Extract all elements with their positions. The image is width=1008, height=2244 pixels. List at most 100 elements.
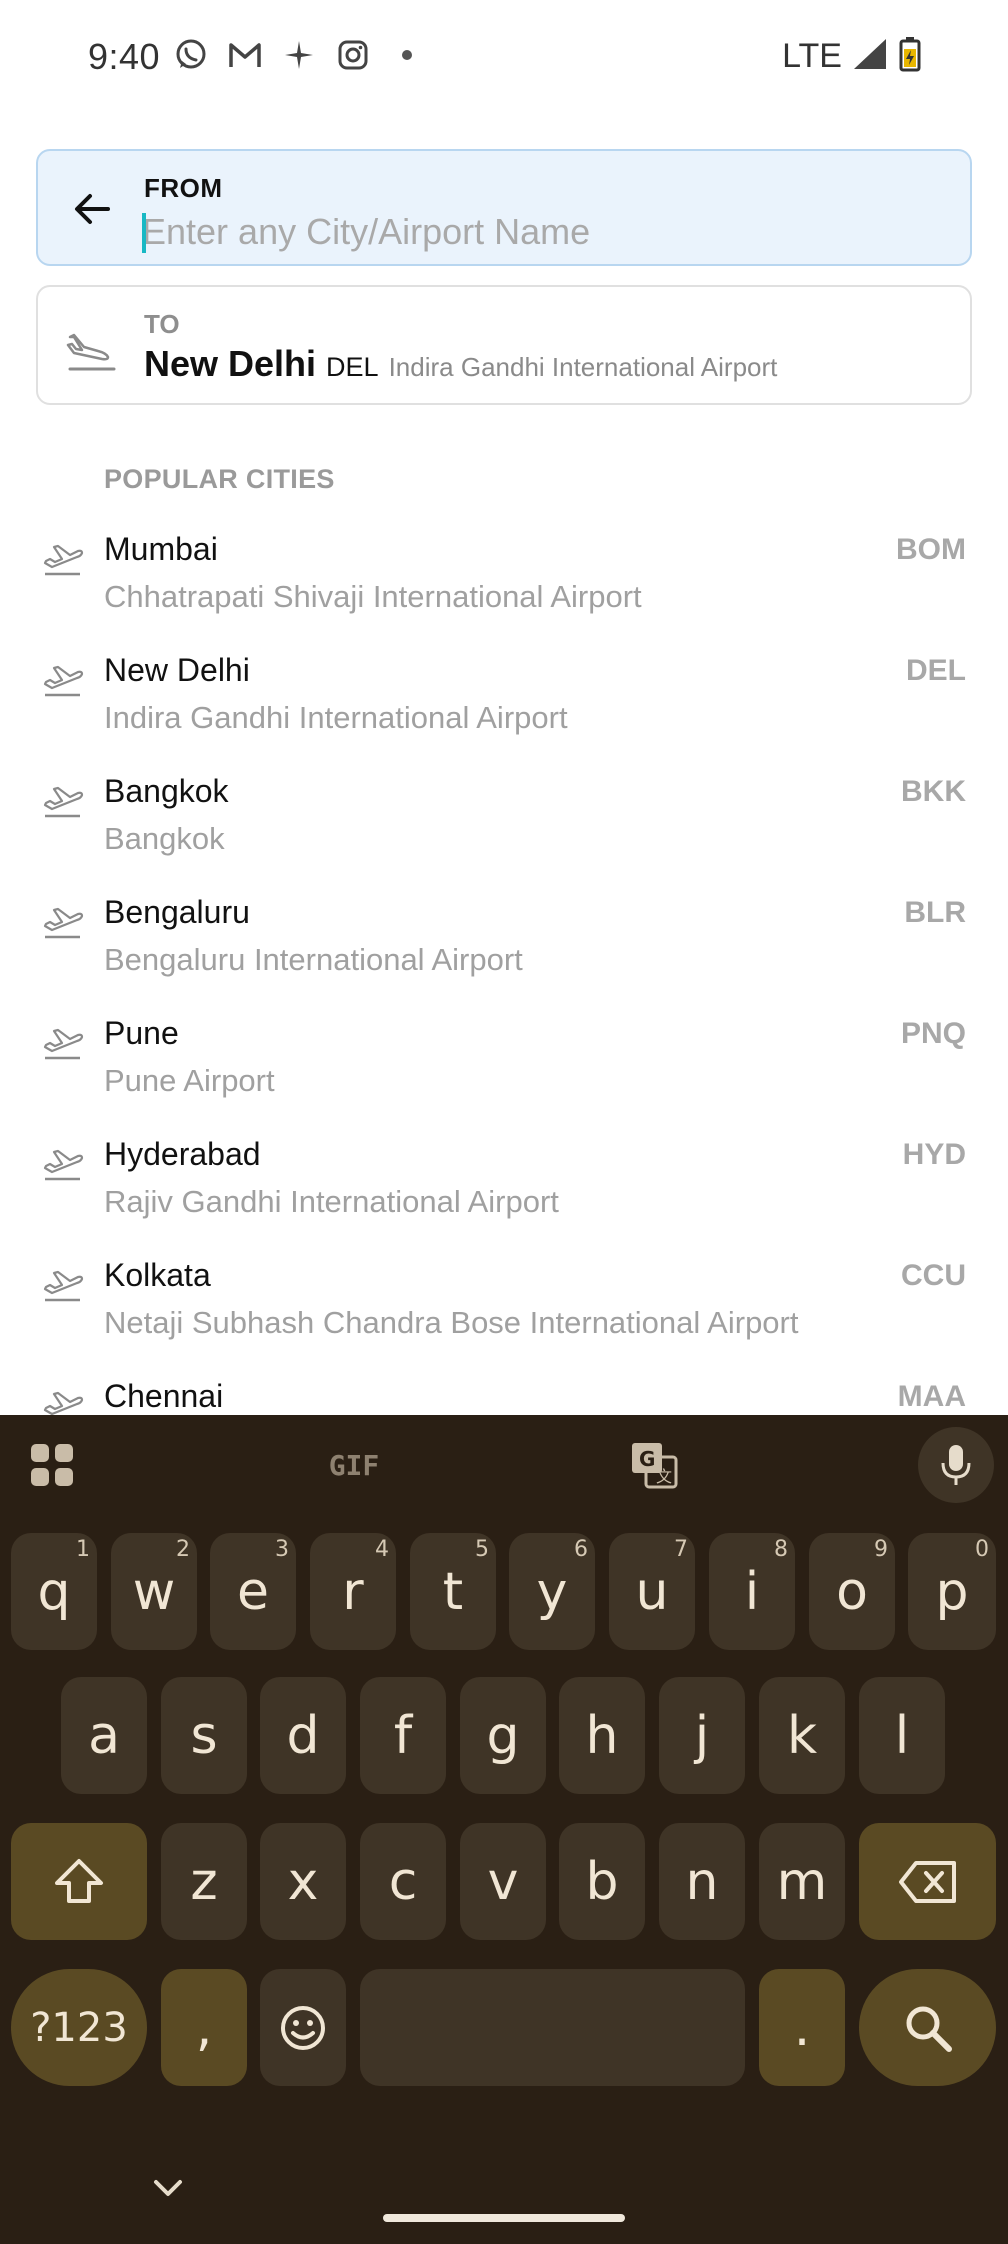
airport-name: Bangkok bbox=[104, 821, 225, 856]
key-c[interactable]: c bbox=[360, 1823, 446, 1940]
plane-takeoff-icon bbox=[43, 786, 84, 818]
city-row-kolkata[interactable]: Kolkata Netaji Subhash Chandra Bose Inte… bbox=[0, 1251, 1008, 1372]
key-l[interactable]: l bbox=[859, 1677, 945, 1794]
key-o[interactable]: o9 bbox=[809, 1533, 895, 1650]
city-name: Hyderabad bbox=[104, 1136, 261, 1172]
city-row-hyderabad[interactable]: Hyderabad Rajiv Gandhi International Air… bbox=[0, 1130, 1008, 1251]
city-row-mumbai[interactable]: Mumbai Chhatrapati Shivaji International… bbox=[0, 525, 1008, 646]
battery-icon bbox=[898, 36, 922, 77]
key-h[interactable]: h bbox=[559, 1677, 645, 1794]
key-q[interactable]: q1 bbox=[11, 1533, 97, 1650]
from-label: FROM bbox=[144, 173, 223, 203]
status-right: LTE bbox=[782, 36, 922, 77]
plane-takeoff-icon bbox=[43, 1149, 84, 1181]
pinwheel-icon bbox=[282, 38, 316, 72]
microphone-button[interactable] bbox=[918, 1427, 994, 1503]
whatsapp-icon bbox=[174, 38, 208, 72]
comma-key[interactable]: , bbox=[161, 1969, 247, 2086]
key-z[interactable]: z bbox=[161, 1823, 247, 1940]
key-e[interactable]: e3 bbox=[210, 1533, 296, 1650]
key-i[interactable]: i8 bbox=[709, 1533, 795, 1650]
city-row-new-delhi[interactable]: New Delhi Indira Gandhi International Ai… bbox=[0, 646, 1008, 767]
to-city: New Delhi bbox=[144, 343, 317, 384]
city-name: Chennai bbox=[104, 1378, 224, 1414]
airport-code: BKK bbox=[901, 775, 966, 808]
from-field[interactable]: FROM bbox=[36, 149, 972, 266]
status-time: 9:40 bbox=[88, 36, 161, 77]
network-type: LTE bbox=[782, 37, 842, 75]
city-name: Kolkata bbox=[104, 1257, 211, 1293]
airport-code: HYD bbox=[902, 1138, 966, 1171]
airport-code: CCU bbox=[901, 1259, 966, 1292]
key-n[interactable]: n bbox=[659, 1823, 745, 1940]
to-value: New Delhi DEL Indira Gandhi Internationa… bbox=[144, 343, 777, 385]
gif-button[interactable]: GIF bbox=[318, 1445, 390, 1485]
key-x[interactable]: x bbox=[260, 1823, 346, 1940]
city-name: Pune bbox=[104, 1015, 179, 1051]
key-v[interactable]: v bbox=[460, 1823, 546, 1940]
key-a[interactable]: a bbox=[61, 1677, 147, 1794]
search-icon bbox=[906, 2006, 952, 2052]
city-name: Mumbai bbox=[104, 531, 218, 567]
shift-key[interactable] bbox=[11, 1823, 147, 1940]
notification-icons bbox=[174, 38, 424, 72]
emoji-icon bbox=[281, 2005, 325, 2050]
airport-code: BOM bbox=[896, 533, 966, 566]
key-k[interactable]: k bbox=[759, 1677, 845, 1794]
from-input[interactable] bbox=[142, 209, 922, 255]
gesture-nav-handle[interactable] bbox=[383, 2214, 625, 2222]
city-name: Bengaluru bbox=[104, 894, 250, 930]
airport-code: PNQ bbox=[900, 1017, 966, 1050]
city-row-pune[interactable]: Pune Pune Airport PNQ bbox=[0, 1009, 1008, 1130]
plane-takeoff-icon bbox=[43, 907, 84, 939]
backspace-icon bbox=[898, 1860, 956, 1903]
key-b[interactable]: b bbox=[559, 1823, 645, 1940]
key-p[interactable]: p0 bbox=[908, 1533, 996, 1650]
city-row-bengaluru[interactable]: Bengaluru Bengaluru International Airpor… bbox=[0, 888, 1008, 1009]
translate-icon[interactable]: G文 bbox=[628, 1439, 680, 1491]
key-j[interactable]: j bbox=[659, 1677, 745, 1794]
space-key[interactable] bbox=[360, 1969, 745, 2086]
plane-takeoff-icon bbox=[43, 1391, 84, 1415]
key-y[interactable]: y6 bbox=[509, 1533, 595, 1650]
microphone-icon bbox=[941, 1445, 971, 1485]
search-key[interactable] bbox=[859, 1969, 996, 2086]
period-key[interactable]: . bbox=[759, 1969, 845, 2086]
airport-name: Rajiv Gandhi International Airport bbox=[104, 1184, 559, 1219]
plane-takeoff-icon bbox=[43, 1028, 84, 1060]
key-w[interactable]: w2 bbox=[111, 1533, 197, 1650]
city-row-chennai[interactable]: Chennai MAA bbox=[0, 1372, 1008, 1415]
gmail-icon bbox=[228, 38, 262, 72]
to-code: DEL bbox=[326, 352, 379, 382]
emoji-key[interactable] bbox=[260, 1969, 346, 2086]
backspace-key[interactable] bbox=[859, 1823, 996, 1940]
dot-icon bbox=[390, 38, 424, 72]
plane-takeoff-icon bbox=[43, 1270, 84, 1302]
key-t[interactable]: t5 bbox=[410, 1533, 496, 1650]
shift-arrow-icon bbox=[55, 1858, 103, 1903]
plane-takeoff-icon bbox=[43, 544, 84, 576]
key-d[interactable]: d bbox=[260, 1677, 346, 1794]
key-g[interactable]: g bbox=[460, 1677, 546, 1794]
key-f[interactable]: f bbox=[360, 1677, 446, 1794]
key-r[interactable]: r4 bbox=[310, 1533, 396, 1650]
airport-name: Bengaluru International Airport bbox=[104, 942, 523, 977]
text-caret bbox=[142, 213, 146, 253]
key-u[interactable]: u7 bbox=[609, 1533, 695, 1650]
plane-takeoff-icon bbox=[43, 665, 84, 697]
instagram-icon bbox=[336, 38, 370, 72]
svg-text:文: 文 bbox=[656, 1467, 672, 1486]
signal-icon bbox=[852, 37, 888, 76]
on-screen-keyboard: GIF G文 q1 w2 e3 r4 t5 y6 u7 i8 o9 p0 a s… bbox=[0, 1415, 1008, 2244]
key-s[interactable]: s bbox=[161, 1677, 247, 1794]
back-arrow-icon[interactable] bbox=[68, 185, 116, 233]
symbols-key[interactable]: ?123 bbox=[11, 1969, 147, 2086]
city-row-bangkok[interactable]: Bangkok Bangkok BKK bbox=[0, 767, 1008, 888]
airport-name: Indira Gandhi International Airport bbox=[104, 700, 568, 735]
to-field[interactable]: TO New Delhi DEL Indira Gandhi Internati… bbox=[36, 285, 972, 405]
key-m[interactable]: m bbox=[759, 1823, 845, 1940]
apps-grid-icon[interactable] bbox=[28, 1441, 76, 1489]
keyboard-collapse-icon[interactable] bbox=[150, 2176, 186, 2200]
svg-text:G: G bbox=[639, 1447, 655, 1471]
airport-name: Pune Airport bbox=[104, 1063, 275, 1098]
